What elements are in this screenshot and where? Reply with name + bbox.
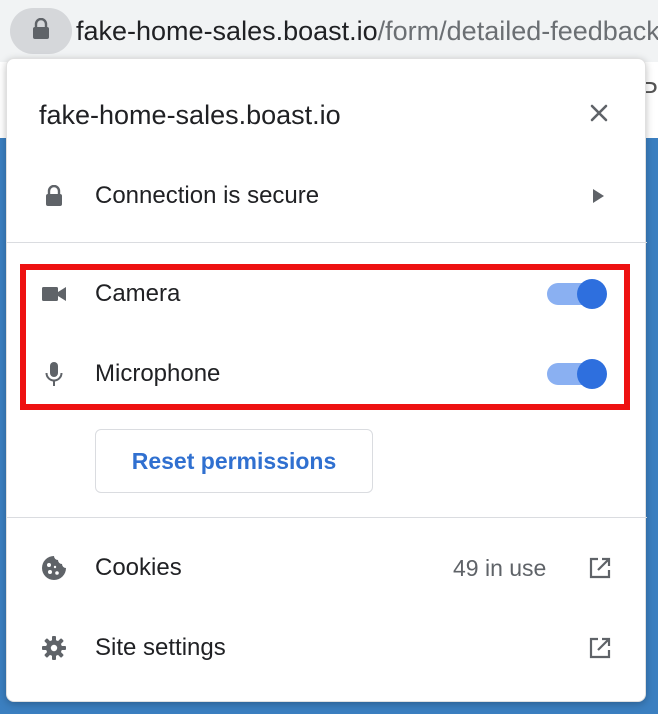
divider (7, 242, 647, 243)
url-host: fake-home-sales.boast.io (76, 16, 378, 46)
browser-toolbar: fake-home-sales.boast.io/form/detailed-f… (0, 0, 658, 62)
site-settings-row[interactable]: Site settings (7, 617, 647, 677)
close-icon (589, 103, 609, 128)
lock-icon (32, 17, 50, 45)
popup-title: fake-home-sales.boast.io (39, 100, 341, 130)
gear-icon (41, 635, 67, 661)
connection-status-row[interactable]: Connection is secure (7, 165, 647, 225)
url-path: /form/detailed-feedback (377, 16, 658, 46)
address-bar-url[interactable]: fake-home-sales.boast.io/form/detailed-f… (76, 13, 658, 49)
chevron-right-icon (593, 189, 604, 203)
permissions-highlight-box (20, 264, 630, 410)
connection-label: Connection is secure (95, 182, 320, 209)
divider (7, 517, 647, 518)
reset-permissions-button[interactable]: Reset permissions (95, 429, 373, 493)
cookies-count: 49 in use (453, 555, 547, 581)
cookie-icon (41, 555, 67, 581)
site-settings-label: Site settings (95, 634, 226, 661)
site-info-button[interactable] (10, 8, 72, 54)
site-info-popup: fake-home-sales.boast.io Connection is s… (6, 58, 647, 702)
cookies-label: Cookies (95, 554, 182, 581)
cookies-row[interactable]: Cookies 49 in use (7, 537, 647, 597)
external-link-icon[interactable] (587, 555, 613, 581)
close-button[interactable] (585, 101, 613, 129)
external-link-icon[interactable] (587, 635, 613, 661)
lock-icon (41, 183, 67, 209)
